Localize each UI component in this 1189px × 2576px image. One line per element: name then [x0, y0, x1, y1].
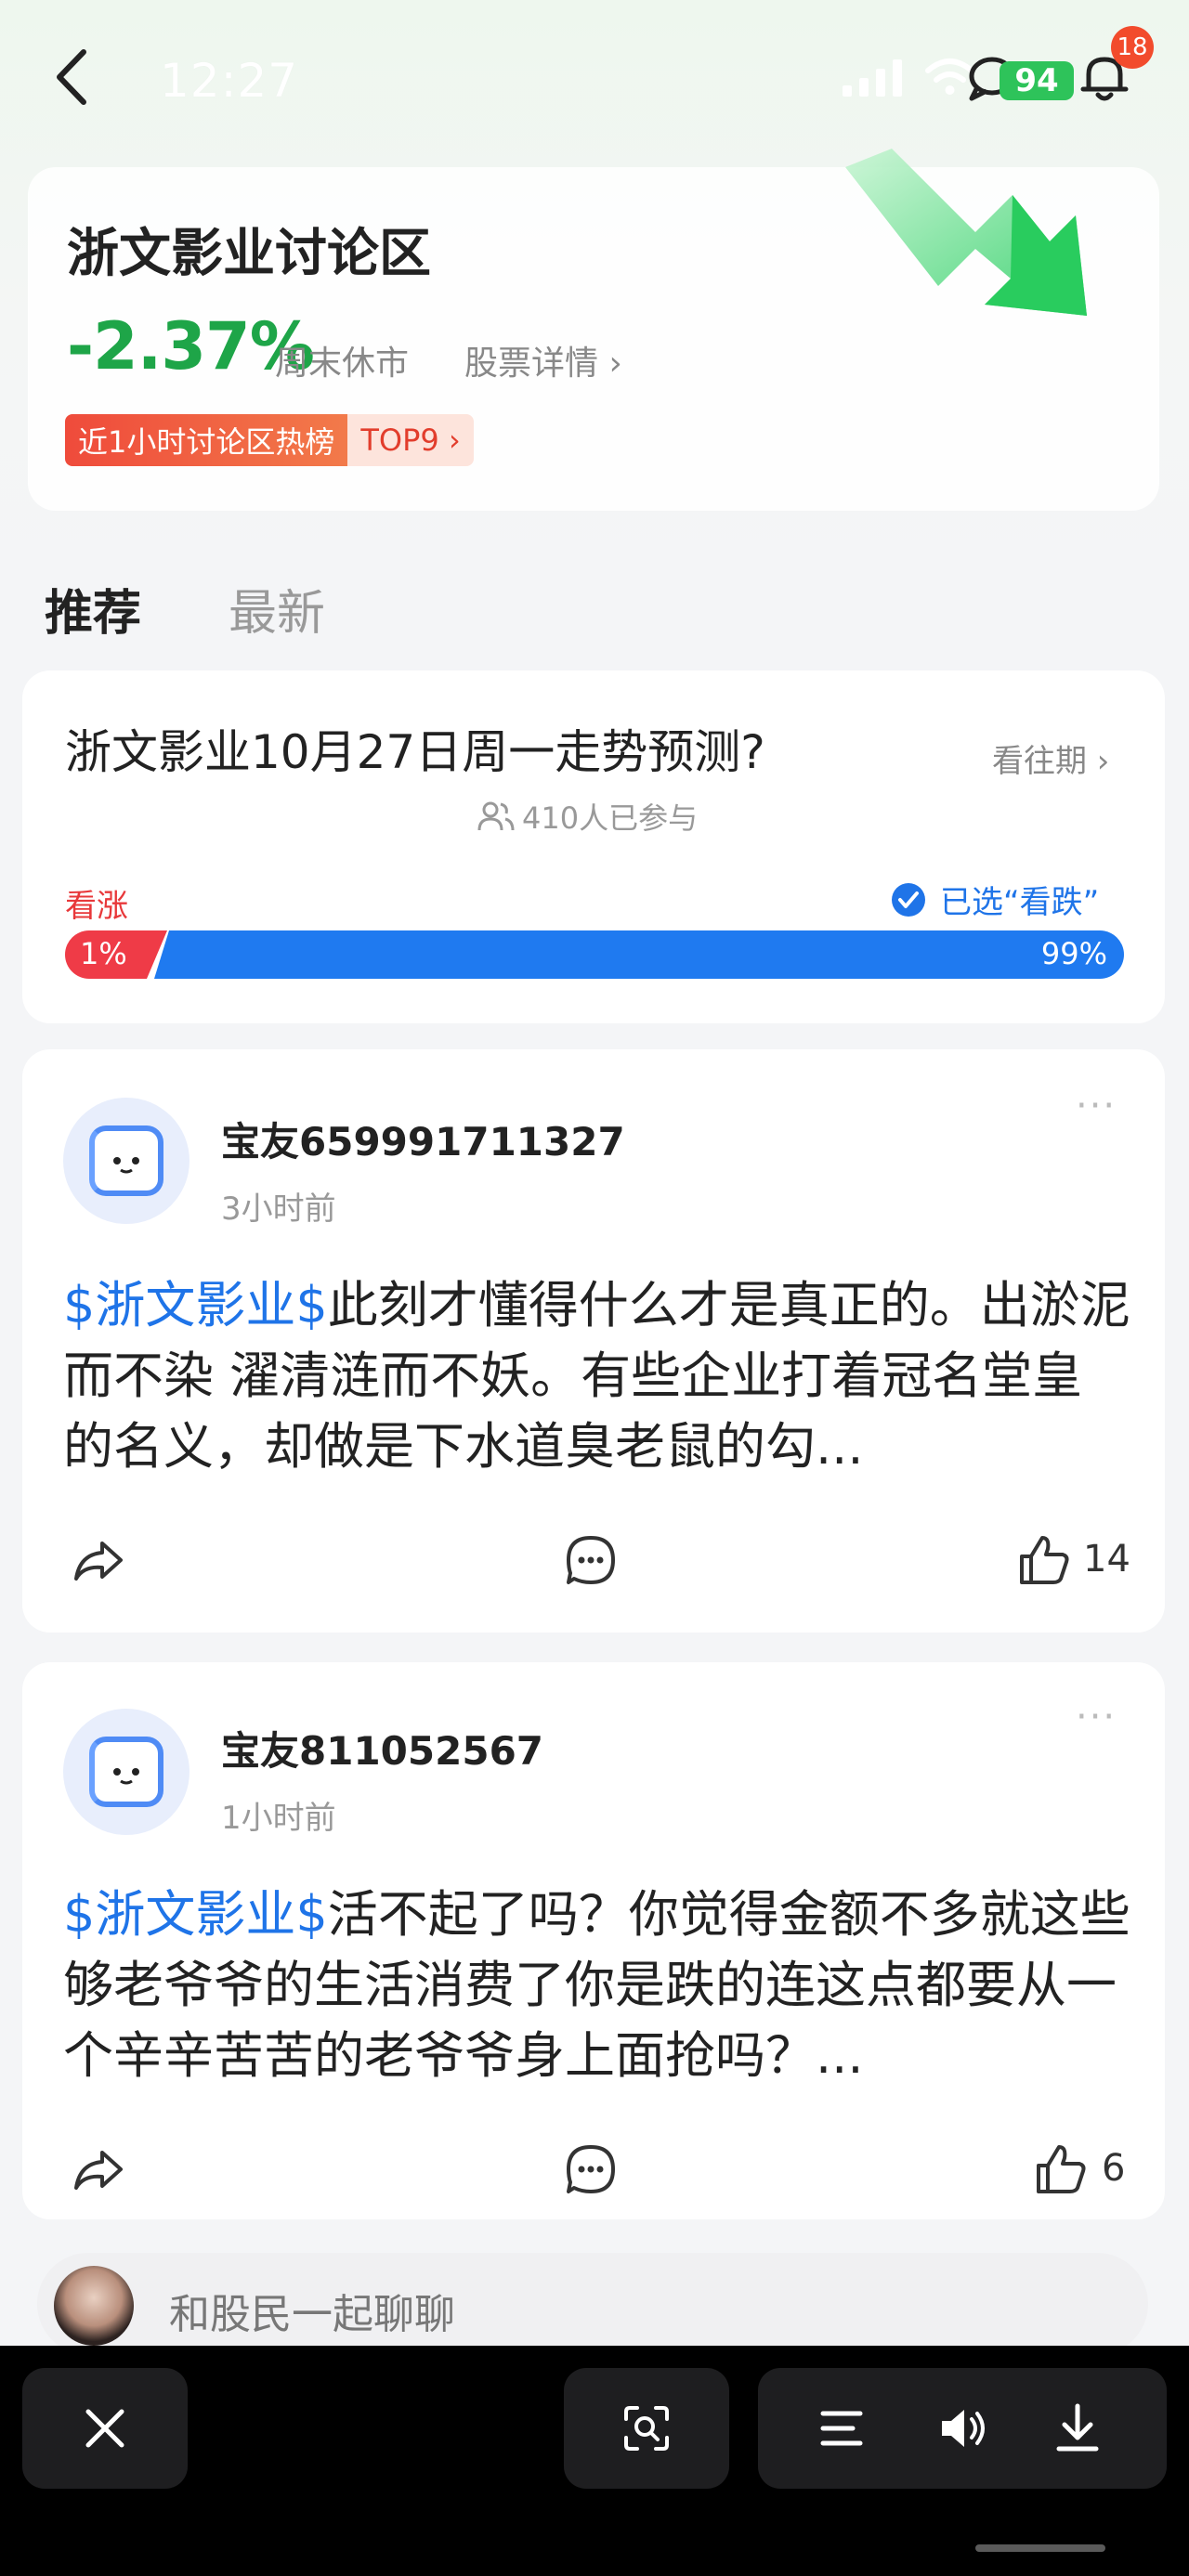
- stock-tag-link[interactable]: $浙文影业$: [63, 1885, 328, 1944]
- like-icon[interactable]: [1033, 2141, 1089, 2197]
- avatar[interactable]: [63, 1709, 189, 1835]
- fall-percent: 99%: [1040, 936, 1107, 971]
- stock-detail-link[interactable]: 股票详情 ›: [464, 336, 622, 384]
- stock-name: 浙文影业讨论区: [67, 224, 431, 284]
- share-icon[interactable]: [71, 2141, 126, 2197]
- poll-history-link[interactable]: 看往期 ›: [992, 735, 1109, 781]
- menu-icon[interactable]: [816, 2402, 868, 2454]
- download-icon[interactable]: [1052, 2402, 1104, 2454]
- user-avatar: [54, 2266, 134, 2346]
- post-author[interactable]: 宝友811052567: [221, 1720, 543, 1776]
- selected-option[interactable]: 已选“看跌”: [890, 877, 1099, 922]
- comment-icon[interactable]: [563, 2141, 619, 2197]
- rise-percent: 1%: [80, 936, 127, 971]
- like-icon[interactable]: [1016, 1532, 1072, 1588]
- hot-rank-badge[interactable]: 近1小时讨论区热榜 TOP9 ›: [65, 414, 474, 466]
- back-icon: [57, 49, 86, 105]
- status-time: 12:27: [160, 54, 299, 108]
- close-button[interactable]: [22, 2368, 188, 2489]
- more-options-icon[interactable]: ···: [1076, 1696, 1117, 1738]
- poll-participants: 410人已参与: [477, 795, 698, 838]
- avatar[interactable]: [63, 1098, 189, 1224]
- participants-text: 410人已参与: [522, 800, 699, 836]
- notification-badge: 18: [1111, 26, 1154, 69]
- tab-recommended[interactable]: 推荐: [45, 574, 141, 644]
- battery-indicator: 94: [1000, 61, 1074, 100]
- scan-button[interactable]: [564, 2368, 729, 2489]
- signal-icon: [843, 59, 902, 97]
- status-bar: 12:27 94 18: [0, 0, 1189, 158]
- volume-icon[interactable]: [936, 2402, 988, 2454]
- comment-placeholder[interactable]: 和股民一起聊聊: [169, 2281, 455, 2340]
- like-count: 6: [1102, 2147, 1126, 2190]
- scan-icon: [624, 2406, 669, 2451]
- post-content[interactable]: $浙文影业$活不起了吗？你觉得金额不多就这些够老爷爷的生活消费了你是跌的连这点都…: [63, 1880, 1131, 2091]
- avatar-face-icon: [89, 1737, 163, 1807]
- rise-option-label[interactable]: 看涨: [65, 880, 128, 926]
- more-options-icon[interactable]: ···: [1076, 1085, 1117, 1127]
- post-time: 3小时前: [221, 1190, 336, 1228]
- market-status: 周末休市: [275, 345, 410, 383]
- fall-bar: [154, 930, 1124, 979]
- check-circle-icon: [892, 882, 925, 917]
- share-icon[interactable]: [71, 1532, 126, 1588]
- poll-title: 浙文影业10月27日周一走势预测?: [65, 725, 765, 779]
- people-icon: [477, 801, 515, 831]
- tab-latest[interactable]: 最新: [229, 574, 325, 644]
- home-indicator[interactable]: [975, 2544, 1105, 2552]
- down-arrow-icon: [845, 149, 1087, 316]
- hot-rank-value: TOP9 ›: [347, 414, 474, 466]
- close-icon: [85, 2409, 124, 2448]
- post-author[interactable]: 宝友659991711327: [221, 1111, 625, 1167]
- stock-tag-link[interactable]: $浙文影业$: [63, 1276, 328, 1334]
- selected-option-label: 已选“看跌”: [940, 884, 1100, 921]
- poll-result-bar: 1% 99%: [65, 930, 1124, 979]
- hot-rank-label: 近1小时讨论区热榜: [65, 414, 348, 466]
- media-controls: [758, 2368, 1167, 2489]
- comment-icon[interactable]: [563, 1532, 619, 1588]
- back-button[interactable]: [46, 45, 102, 110]
- avatar-face-icon: [89, 1125, 163, 1196]
- post-content[interactable]: $浙文影业$此刻才懂得什么才是真正的。出淤泥而不染 濯清涟而不妖。有些企业打着冠…: [63, 1270, 1131, 1482]
- post-time: 1小时前: [221, 1800, 336, 1837]
- like-count: 14: [1083, 1538, 1130, 1581]
